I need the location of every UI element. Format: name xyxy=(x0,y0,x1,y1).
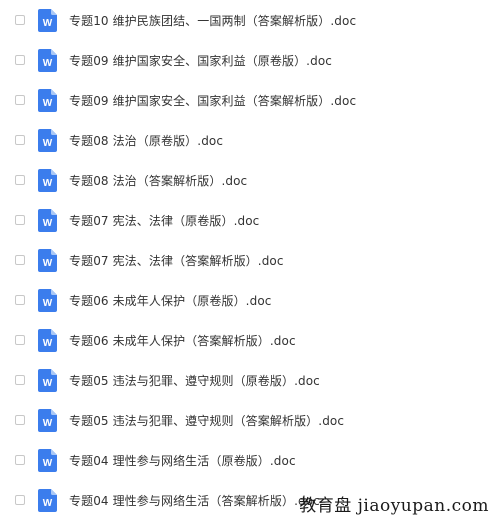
watermark: 教育盘 jiaoyupan.com xyxy=(299,496,489,516)
svg-text:W: W xyxy=(43,138,53,149)
file-name[interactable]: 专题04 理性参与网络生活（原卷版）.doc xyxy=(69,452,296,469)
row-checkbox[interactable] xyxy=(15,95,25,105)
svg-text:W: W xyxy=(43,218,53,229)
word-doc-icon: W xyxy=(38,48,57,72)
svg-text:W: W xyxy=(43,498,53,509)
word-doc-icon: W xyxy=(38,488,57,512)
svg-text:W: W xyxy=(43,258,53,269)
word-doc-icon: W xyxy=(38,328,57,352)
word-doc-icon: W xyxy=(38,248,57,272)
file-row[interactable]: W 专题08 法治（答案解析版）.doc xyxy=(0,160,495,200)
row-checkbox[interactable] xyxy=(15,55,25,65)
row-checkbox[interactable] xyxy=(15,15,25,25)
file-name[interactable]: 专题07 宪法、法律（原卷版）.doc xyxy=(69,212,259,229)
file-name[interactable]: 专题05 违法与犯罪、遵守规则（原卷版）.doc xyxy=(69,372,320,389)
row-checkbox[interactable] xyxy=(15,415,25,425)
file-row[interactable]: W 专题07 宪法、法律（答案解析版）.doc xyxy=(0,240,495,280)
row-checkbox[interactable] xyxy=(15,135,25,145)
svg-text:W: W xyxy=(43,338,53,349)
file-name[interactable]: 专题05 违法与犯罪、遵守规则（答案解析版）.doc xyxy=(69,412,344,429)
svg-text:W: W xyxy=(43,298,53,309)
file-row[interactable]: W 专题09 维护国家安全、国家利益（答案解析版）.doc xyxy=(0,80,495,120)
file-row[interactable]: W 专题06 未成年人保护（答案解析版）.doc xyxy=(0,320,495,360)
file-row[interactable]: W 专题06 未成年人保护（原卷版）.doc xyxy=(0,280,495,320)
file-row[interactable]: W 专题05 违法与犯罪、遵守规则（答案解析版）.doc xyxy=(0,400,495,440)
file-row[interactable]: W 专题09 维护国家安全、国家利益（原卷版）.doc xyxy=(0,40,495,80)
word-doc-icon: W xyxy=(38,128,57,152)
row-checkbox[interactable] xyxy=(15,255,25,265)
row-checkbox[interactable] xyxy=(15,375,25,385)
svg-text:W: W xyxy=(43,378,53,389)
word-doc-icon: W xyxy=(38,408,57,432)
svg-text:W: W xyxy=(43,18,53,29)
row-checkbox[interactable] xyxy=(15,175,25,185)
svg-text:W: W xyxy=(43,178,53,189)
file-name[interactable]: 专题09 维护国家安全、国家利益（答案解析版）.doc xyxy=(69,92,356,109)
word-doc-icon: W xyxy=(38,288,57,312)
row-checkbox[interactable] xyxy=(15,495,25,505)
file-name[interactable]: 专题06 未成年人保护（原卷版）.doc xyxy=(69,292,271,309)
row-checkbox[interactable] xyxy=(15,215,25,225)
word-doc-icon: W xyxy=(38,8,57,32)
word-doc-icon: W xyxy=(38,168,57,192)
file-row[interactable]: W 专题07 宪法、法律（原卷版）.doc xyxy=(0,200,495,240)
file-list: W 专题10 维护民族团结、一国两制（答案解析版）.doc W 专题09 维护国家安全… xyxy=(0,0,495,518)
row-checkbox[interactable] xyxy=(15,295,25,305)
file-name[interactable]: 专题09 维护国家安全、国家利益（原卷版）.doc xyxy=(69,52,332,69)
svg-text:W: W xyxy=(43,58,53,69)
file-row[interactable]: W 专题10 维护民族团结、一国两制（答案解析版）.doc xyxy=(0,0,495,40)
svg-text:W: W xyxy=(43,418,53,429)
word-doc-icon: W xyxy=(38,448,57,472)
row-checkbox[interactable] xyxy=(15,455,25,465)
file-row[interactable]: W 专题04 理性参与网络生活（原卷版）.doc xyxy=(0,440,495,480)
file-name[interactable]: 专题08 法治（原卷版）.doc xyxy=(69,132,223,149)
word-doc-icon: W xyxy=(38,208,57,232)
file-name[interactable]: 专题08 法治（答案解析版）.doc xyxy=(69,172,247,189)
file-name[interactable]: 专题10 维护民族团结、一国两制（答案解析版）.doc xyxy=(69,12,356,29)
file-name[interactable]: 专题06 未成年人保护（答案解析版）.doc xyxy=(69,332,296,349)
svg-text:W: W xyxy=(43,98,53,109)
file-name[interactable]: 专题04 理性参与网络生活（答案解析版）.doc xyxy=(69,492,320,509)
row-checkbox[interactable] xyxy=(15,335,25,345)
file-row[interactable]: W 专题05 违法与犯罪、遵守规则（原卷版）.doc xyxy=(0,360,495,400)
word-doc-icon: W xyxy=(38,88,57,112)
file-row[interactable]: W 专题08 法治（原卷版）.doc xyxy=(0,120,495,160)
file-name[interactable]: 专题07 宪法、法律（答案解析版）.doc xyxy=(69,252,284,269)
svg-text:W: W xyxy=(43,458,53,469)
word-doc-icon: W xyxy=(38,368,57,392)
